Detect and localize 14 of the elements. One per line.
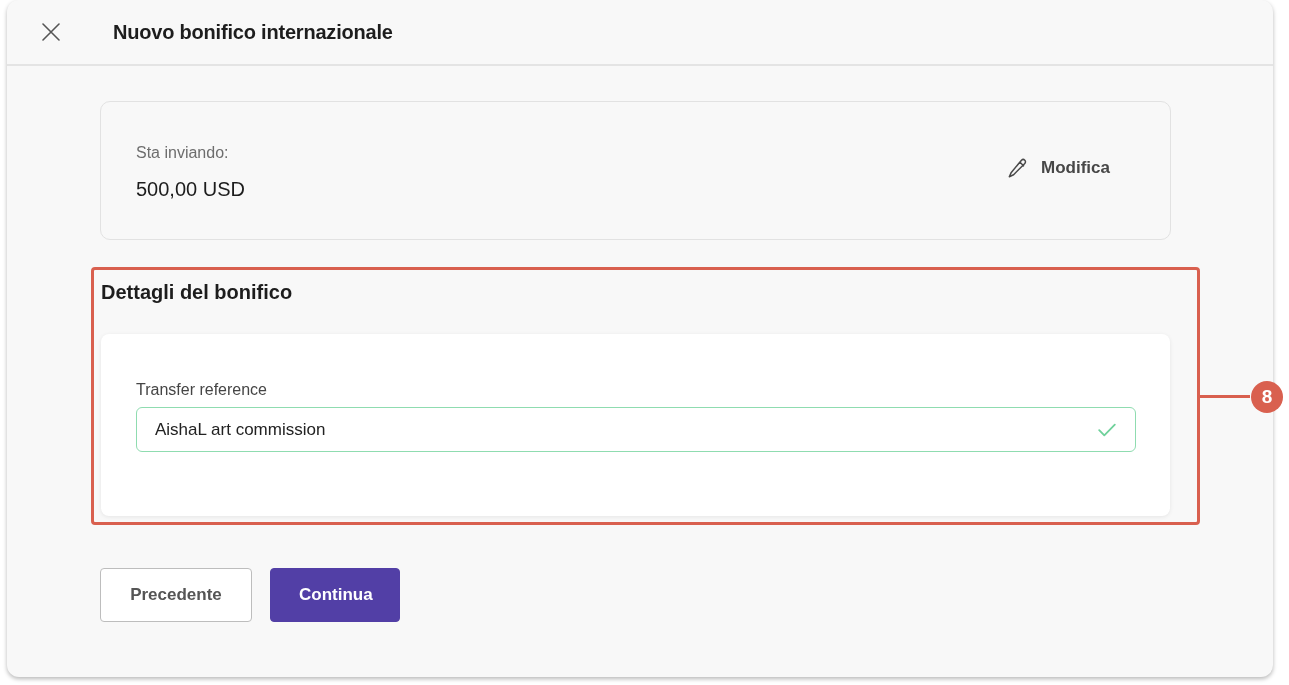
modal-title: Nuovo bonifico internazionale — [113, 20, 393, 44]
callout-number: 8 — [1251, 381, 1283, 413]
close-button[interactable] — [41, 22, 61, 42]
edit-link[interactable]: Modifica — [1007, 156, 1110, 180]
text-field[interactable]: AishaL art commission — [136, 407, 1136, 452]
back-button[interactable]: Precedente — [100, 568, 252, 622]
close-icon — [42, 23, 60, 41]
amount-text: 500,00 USD — [136, 177, 245, 201]
check-icon — [1098, 422, 1116, 437]
continue-button[interactable]: Continua — [270, 568, 400, 622]
pencil-icon — [1007, 157, 1029, 179]
section-title: Dettagli del bonifico — [101, 280, 293, 304]
field-label: Transfer reference — [136, 380, 267, 400]
sending-label: Sta inviando: — [136, 143, 230, 163]
